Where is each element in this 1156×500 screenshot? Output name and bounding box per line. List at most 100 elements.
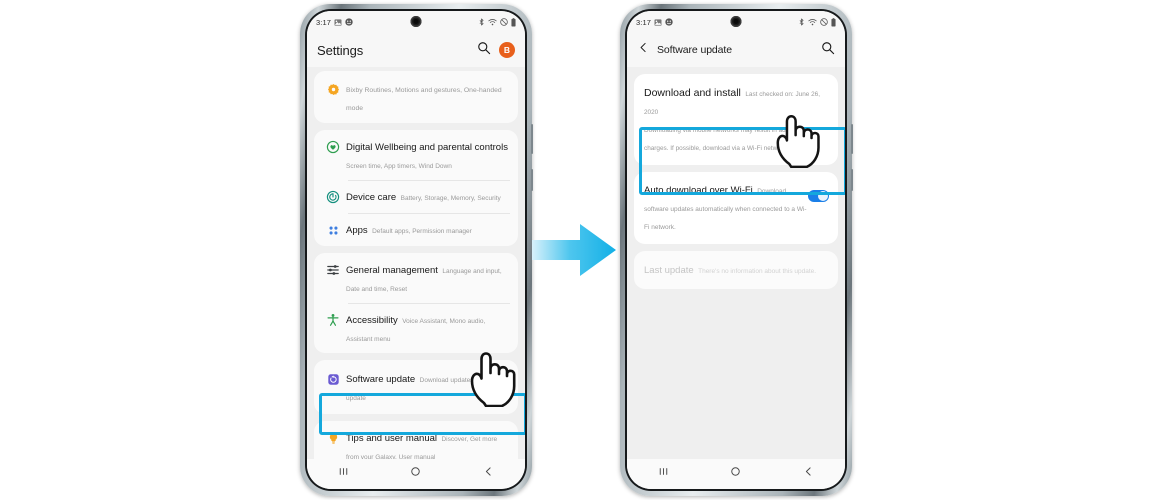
list-item-text: Accessibility Voice Assistant, Mono audi… [344,310,510,346]
app-bar: Software update [627,33,845,67]
phone-left: 3:17 Settings B Bixby Routines, Motions … [300,4,533,496]
bixby-gear-icon [322,80,344,98]
auto-download-toggle[interactable] [808,190,829,202]
image-icon [334,18,342,26]
list-item-title: Download and install [644,87,741,99]
list-item-text: Tips and user manual Discover, Get more … [344,428,510,459]
bluetooth-icon [799,18,804,26]
status-bar-clock: 3:17 [636,17,651,27]
list-item-download-and-install[interactable]: Download and install Last checked on: Ju… [634,74,838,165]
card-group-3: General management Language and input, D… [314,253,518,353]
back-icon[interactable] [482,465,495,483]
list-item-title: Tips and user manual [346,433,438,444]
status-bar-left-icons [334,18,353,26]
volume-button[interactable] [531,124,533,154]
list-item-text: Auto download over Wi-Fi Download softwa… [644,180,808,234]
volume-button[interactable] [851,124,853,154]
wifi-icon [488,19,497,26]
list-item-subtitle: Screen time, App timers, Wind Down [346,163,452,170]
digital-wellbeing-icon [322,138,344,156]
accessibility-icon [322,311,344,329]
page-title: Software update [657,44,732,56]
status-bar-left-icons [654,18,673,26]
list-item[interactable]: Accessibility Voice Assistant, Mono audi… [314,303,518,353]
home-icon[interactable] [409,465,422,483]
toggle-knob [818,191,828,201]
phone-right-screen: 3:17 Software update Download and instal… [627,11,845,489]
list-item[interactable]: Digital Wellbeing and parental controls … [314,130,518,180]
list-item[interactable]: General management Language and input, D… [314,253,518,303]
mute-icon [500,18,508,26]
list-item-title: Accessibility [346,315,398,326]
list-item[interactable]: Device care Battery, Storage, Memory, Se… [314,180,518,213]
list-item-subtitle: Battery, Storage, Memory, Security [400,195,501,202]
card-download-and-install: Download and install Last checked on: Ju… [634,74,838,165]
recents-icon[interactable] [657,465,670,483]
recents-icon[interactable] [337,465,350,483]
list-item-text: Digital Wellbeing and parental controls … [344,137,510,173]
list-item[interactable]: Apps Default apps, Permission manager [314,213,518,246]
back-icon[interactable] [802,465,815,483]
phone-left-bezel: 3:17 Settings B Bixby Routines, Motions … [305,9,527,491]
status-bar-right-icons [798,17,836,27]
status-bar-right-icons [478,17,516,27]
front-camera-punch-hole [730,16,742,27]
card-last-update: Last update There's no information about… [634,251,838,289]
software-update-icon [322,370,344,388]
bluetooth-icon [479,18,484,26]
card-group-5: Tips and user manual Discover, Get more … [314,421,518,459]
list-item[interactable]: Bixby Routines, Motions and gestures, On… [314,71,518,123]
list-item-title: Last update [644,265,694,276]
front-camera-punch-hole [410,16,422,27]
list-item-title: General management [346,265,438,276]
card-bixby: Bixby Routines, Motions and gestures, On… [314,71,518,123]
list-item-subtitle: Last checked on: June 26, 2020 Downloadi… [644,91,820,152]
home-icon[interactable] [729,465,742,483]
back-chevron-icon[interactable] [637,41,650,59]
settings-list[interactable]: Bixby Routines, Motions and gestures, On… [307,67,525,459]
list-item-text: Software update Download updates, Last u… [344,369,510,405]
list-item-title: Apps [346,225,368,236]
list-item-text: Download and install Last checked on: Ju… [644,83,828,155]
list-item-title: Auto download over Wi-Fi [644,185,753,196]
software-update-list[interactable]: Download and install Last checked on: Ju… [627,67,845,459]
screenshot-stage: 3:17 Settings B Bixby Routines, Motions … [0,0,1156,500]
phone-left-screen: 3:17 Settings B Bixby Routines, Motions … [307,11,525,489]
tips-bulb-icon [322,429,344,447]
power-button[interactable] [851,169,853,191]
list-item-subtitle: There's no information about this update… [698,268,817,275]
list-item-last-update: Last update There's no information about… [634,251,838,289]
general-management-icon [322,261,344,279]
status-bar-clock: 3:17 [316,17,331,27]
search-icon[interactable] [477,41,491,60]
list-item-title: Digital Wellbeing and parental controls [346,142,508,153]
wifi-icon [808,19,817,26]
battery-icon [511,17,516,27]
emoji-icon [344,18,353,26]
search-icon[interactable] [821,41,835,60]
image-icon [654,18,662,26]
card-group-2: Digital Wellbeing and parental controls … [314,130,518,246]
status-bar: 3:17 [627,11,845,33]
status-bar: 3:17 [307,11,525,33]
phone-right-bezel: 3:17 Software update Download and instal… [625,9,847,491]
sidebar-item-software-update[interactable]: Software update Download updates, Last u… [314,360,518,414]
device-care-icon [322,188,344,206]
power-button[interactable] [531,169,533,191]
list-item-auto-download[interactable]: Auto download over Wi-Fi Download softwa… [634,172,838,244]
list-item-text: General management Language and input, D… [344,260,510,296]
avatar[interactable]: B [499,42,515,58]
emoji-icon [664,18,673,26]
card-software-update: Software update Download updates, Last u… [314,360,518,414]
app-bar: Settings B [307,33,525,67]
list-item[interactable]: Tips and user manual Discover, Get more … [314,421,518,459]
navigation-bar [307,459,525,489]
list-item-title: Device care [346,192,397,203]
list-item-title: Software update [346,374,416,385]
card-auto-download: Auto download over Wi-Fi Download softwa… [634,172,838,244]
apps-icon [322,221,344,239]
list-item-text: Apps Default apps, Permission manager [344,220,510,238]
list-item-subtitle: Default apps, Permission manager [372,228,472,235]
phone-right: 3:17 Software update Download and instal… [620,4,853,496]
page-title: Settings [317,42,364,58]
